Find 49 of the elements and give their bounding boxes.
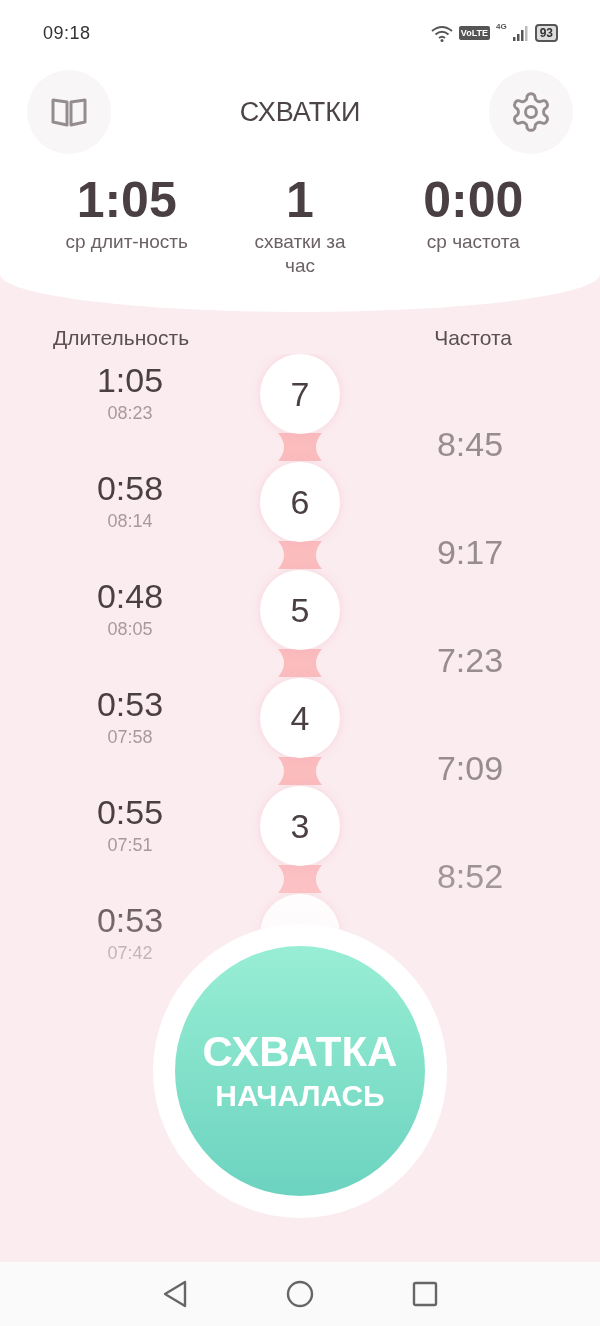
connector-shape	[276, 433, 324, 461]
screen-title: СХВАТКИ	[239, 96, 361, 128]
battery-level: 93	[534, 24, 558, 42]
contraction-frequency: 9:17	[436, 532, 504, 572]
volte-indicator: VoLTE	[458, 26, 490, 40]
contraction-start-time: 07:42	[107, 942, 153, 965]
contraction-start-time: 07:51	[107, 834, 153, 857]
contraction-start-time: 08:05	[107, 618, 153, 641]
back-icon	[162, 1280, 188, 1308]
contraction-number: 6	[260, 462, 340, 542]
contraction-frequency: 8:52	[436, 856, 504, 896]
stat-label: схватки за час	[253, 230, 347, 278]
signal-icon	[512, 25, 529, 41]
stat-value: 0:00	[423, 171, 524, 230]
contraction-frequency: 7:09	[436, 748, 504, 788]
contraction-frequency: 7:23	[436, 640, 504, 680]
contraction-number: 4	[260, 678, 340, 758]
home-icon	[286, 1280, 314, 1308]
connector-shape	[276, 865, 324, 893]
contraction-duration: 0:55	[96, 792, 164, 832]
stat-label: ср частота	[426, 230, 520, 254]
contraction-duration: 0:53	[96, 684, 164, 724]
back-button[interactable]	[162, 1280, 188, 1308]
contraction-duration: 0:53	[96, 900, 164, 940]
connector-shape	[276, 541, 324, 569]
wifi-icon	[430, 24, 453, 42]
contraction-start-time: 08:14	[107, 510, 153, 533]
contraction-start-time: 07:58	[107, 726, 153, 749]
frequency-column-heading: Частота	[434, 326, 512, 350]
network-type: 4G	[495, 22, 507, 31]
contraction-number: 5	[260, 570, 340, 650]
recents-button[interactable]	[412, 1281, 438, 1307]
connector-shape	[276, 757, 324, 785]
contraction-number: 7	[260, 354, 340, 434]
status-time: 09:18	[43, 22, 91, 44]
contraction-start-time: 08:23	[107, 402, 153, 425]
recents-icon	[412, 1281, 438, 1307]
contraction-duration: 1:05	[96, 360, 164, 400]
book-icon	[50, 96, 88, 128]
stat-label: ср длит-ность	[65, 230, 188, 254]
contraction-duration: 0:58	[96, 468, 164, 508]
connector-shape	[276, 649, 324, 677]
contraction-number: 3	[260, 786, 340, 866]
duration-column-heading: Длительность	[53, 326, 190, 350]
stat-value: 1:05	[76, 171, 177, 230]
home-button[interactable]	[286, 1280, 314, 1308]
stat-value: 1	[286, 171, 314, 230]
contraction-duration: 0:48	[96, 576, 164, 616]
contraction-frequency: 8:45	[436, 424, 504, 464]
